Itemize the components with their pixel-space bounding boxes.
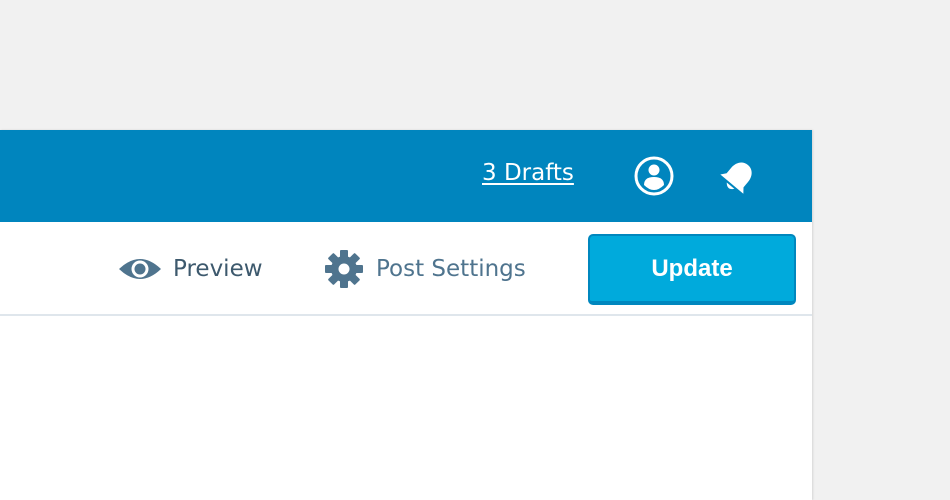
post-settings-button[interactable]: Post Settings — [324, 248, 526, 290]
preview-label: Preview — [173, 256, 263, 282]
masterbar: 3 Drafts — [0, 130, 812, 222]
notifications-button[interactable] — [716, 157, 758, 199]
profile-button[interactable] — [633, 155, 675, 197]
editor-window: 3 Drafts Preview Post Settings Update — [0, 130, 812, 500]
post-settings-label: Post Settings — [376, 256, 526, 282]
bell-icon — [720, 162, 752, 194]
gear-icon — [325, 250, 363, 288]
preview-button[interactable]: Preview — [117, 252, 263, 286]
editor-content-area[interactable] — [0, 316, 812, 500]
editor-toolbar: Preview Post Settings Update — [0, 222, 812, 316]
eye-icon — [119, 259, 161, 279]
user-circle-icon — [634, 156, 674, 196]
update-button[interactable]: Update — [588, 234, 796, 305]
drafts-link[interactable]: 3 Drafts — [482, 160, 574, 186]
